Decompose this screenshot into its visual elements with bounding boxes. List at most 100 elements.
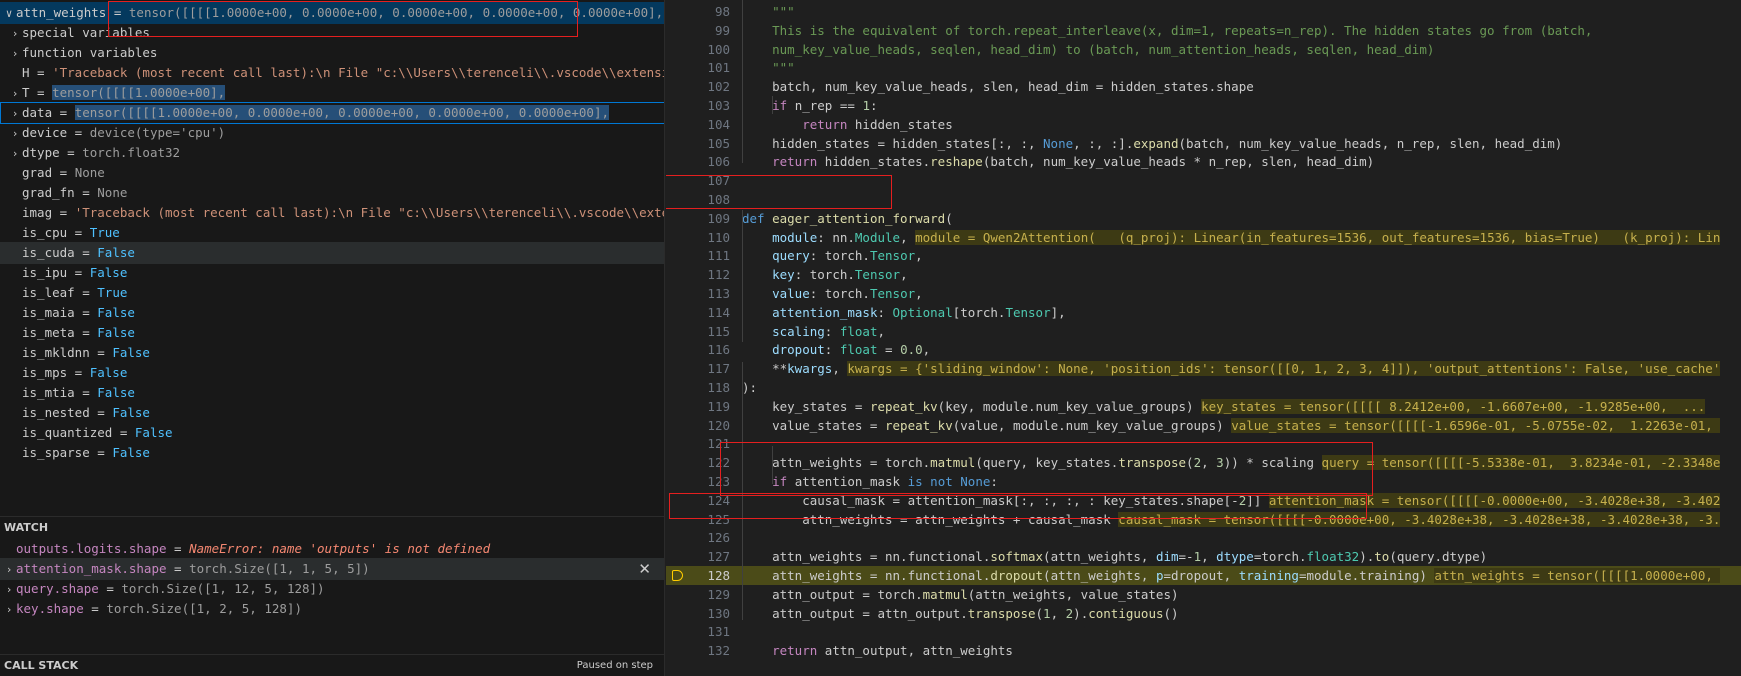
watch-value: torch.Size([1, 2, 5, 128]) <box>106 601 302 616</box>
variable-row-is_mps[interactable]: is_mps = False <box>0 362 664 384</box>
code-line-106[interactable]: 106 return hidden_states.reshape(batch, … <box>666 152 1741 171</box>
variable-row-function-variables[interactable]: › function variables <box>0 42 664 64</box>
code-line-105[interactable]: 105 hidden_states = hidden_states[:, :, … <box>666 134 1741 153</box>
variable-row-is_ipu[interactable]: is_ipu = False <box>0 262 664 284</box>
variable-row-H[interactable]: H = 'Traceback (most recent call last):\… <box>0 62 664 84</box>
variable-row-imag[interactable]: imag = 'Traceback (most recent call last… <box>0 202 665 224</box>
equals-sign: = <box>52 205 75 220</box>
equals-sign: = <box>98 581 122 596</box>
code-line-98[interactable]: 98 """ <box>666 2 1741 21</box>
watch-item[interactable]: › key.shape = torch.Size([1, 2, 5, 128]) <box>0 598 664 620</box>
code-line-108[interactable]: 108 <box>666 190 1741 209</box>
watch-item[interactable]: outputs.logits.shape = NameError: name '… <box>0 538 664 560</box>
code-line-111[interactable]: 111 query: torch.Tensor, <box>666 246 1741 265</box>
variable-row-T[interactable]: › T = tensor([[[[1.0000e+00], <box>0 82 664 104</box>
chevron-icon[interactable]: ∨ <box>2 3 16 24</box>
chevron-icon[interactable]: › <box>8 23 22 44</box>
variable-value: False <box>89 265 128 280</box>
code-line-107[interactable]: 107 <box>666 171 1741 190</box>
variable-row-is_mkldnn[interactable]: is_mkldnn = False <box>0 342 664 364</box>
variable-row-data[interactable]: › data = tensor([[[[1.0000e+00, 0.0000e+0… <box>0 102 664 124</box>
variable-value: device(type='cpu') <box>89 125 226 140</box>
variable-row-is_nested[interactable]: is_nested = False <box>0 402 664 424</box>
variable-row-grad[interactable]: grad = None <box>0 162 664 184</box>
variable-name: is_mkldnn <box>22 345 90 360</box>
variable-row-is_leaf[interactable]: is_leaf = True <box>0 282 664 304</box>
code-line-120[interactable]: 120 value_states = repeat_kv(value, modu… <box>666 416 1741 435</box>
variable-value: tensor([[[[1.0000e+00, 0.0000e+00, 0.000… <box>128 5 664 20</box>
variable-name: is_cpu <box>22 225 68 240</box>
code-line-102[interactable]: 102 batch, num_key_value_heads, slen, he… <box>666 77 1741 96</box>
equals-sign: = <box>67 365 90 380</box>
code-line-124[interactable]: 124 causal_mask = attention_mask[:, :, :… <box>666 491 1741 510</box>
code-line-127[interactable]: 127 attn_weights = nn.functional.softmax… <box>666 547 1741 566</box>
equals-sign: = <box>89 405 113 420</box>
equals-sign: = <box>166 561 190 576</box>
code-line-99[interactable]: 99 This is the equivalent of torch.repea… <box>666 21 1741 40</box>
variable-row-is_meta[interactable]: is_meta = False <box>0 322 664 344</box>
watch-header[interactable]: WATCH <box>0 516 664 538</box>
line-number: 110 <box>707 229 730 245</box>
code-line-131[interactable]: 131 <box>666 622 1741 641</box>
variable-name: function variables <box>22 45 158 60</box>
code-line-119[interactable]: 119 key_states = repeat_kv(key, module.n… <box>666 397 1741 416</box>
variable-row-grad_fn[interactable]: grad_fn = None <box>0 182 664 204</box>
variable-row-dtype[interactable]: › dtype = torch.float32 <box>0 142 664 164</box>
variable-value: 'Traceback (most recent call last):\n Fi… <box>74 205 665 220</box>
code-line-100[interactable]: 100 num_key_value_heads, seqlen, head_di… <box>666 40 1741 59</box>
variable-value: False <box>97 305 135 320</box>
code-line-130[interactable]: 130 attn_output = attn_output.transpose(… <box>666 604 1741 623</box>
code-line-123[interactable]: 123 if attention_mask is not None: <box>666 472 1741 491</box>
chevron-icon[interactable]: › <box>2 579 16 600</box>
call-stack-header[interactable]: CALL STACK Paused on step <box>0 654 664 676</box>
remove-watch-icon[interactable]: ✕ <box>638 558 651 580</box>
code-line-118[interactable]: 118): <box>666 378 1741 397</box>
code-line-128[interactable]: 128 attn_weights = nn.functional.dropout… <box>666 566 1741 585</box>
code-line-112[interactable]: 112 key: torch.Tensor, <box>666 265 1741 284</box>
variable-row-is_cuda[interactable]: is_cuda = False <box>0 242 664 264</box>
chevron-icon[interactable]: › <box>8 123 22 144</box>
chevron-icon[interactable]: › <box>8 143 22 164</box>
watch-item[interactable]: › query.shape = torch.Size([1, 12, 5, 128… <box>0 578 664 600</box>
code-line-132[interactable]: 132 return attn_output, attn_weights <box>666 641 1741 660</box>
code-line-121[interactable]: 121 <box>666 434 1741 453</box>
code-line-104[interactable]: 104 return hidden_states <box>666 115 1741 134</box>
code-line-116[interactable]: 116 dropout: float = 0.0, <box>666 340 1741 359</box>
chevron-icon[interactable]: › <box>8 103 22 124</box>
code-line-113[interactable]: 113 value: torch.Tensor, <box>666 284 1741 303</box>
code-text: attention_mask: Optional[torch.Tensor], <box>772 304 1066 320</box>
variable-row-attn_weights[interactable]: ∨ attn_weights = tensor([[[[1.0000e+00, 0… <box>0 2 664 24</box>
code-line-125[interactable]: 125 attn_weights = attn_weights + causal… <box>666 510 1741 529</box>
code-text: attn_weights = attn_weights + causal_mas… <box>742 511 1721 527</box>
code-text: dropout: float = 0.0, <box>772 342 931 358</box>
code-line-103[interactable]: 103 if n_rep == 1: <box>666 96 1741 115</box>
code-line-126[interactable]: 126 <box>666 528 1741 547</box>
code-text: if n_rep == 1: <box>772 98 878 113</box>
chevron-icon[interactable]: › <box>2 599 16 620</box>
variable-row-is_quantized[interactable]: is_quantized = False <box>0 422 664 444</box>
code-line-114[interactable]: 114 attention_mask: Optional[torch.Tenso… <box>666 303 1741 322</box>
chevron-icon[interactable]: › <box>8 43 22 64</box>
variable-row-is_sparse[interactable]: is_sparse = False <box>0 442 664 464</box>
code-editor[interactable]: 98 """ 99 This is the equivalent of torch… <box>666 0 1741 676</box>
code-line-101[interactable]: 101 """ <box>666 58 1741 77</box>
variable-row-special-variables[interactable]: › special variables <box>0 22 664 44</box>
variable-row-device[interactable]: › device = device(type='cpu') <box>0 122 664 144</box>
variable-row-is_mtia[interactable]: is_mtia = False <box>0 382 664 404</box>
watch-item[interactable]: › attention_mask.shape = torch.Size([1, 1… <box>0 558 664 580</box>
code-line-109[interactable]: 109 def eager_attention_forward( <box>666 209 1741 228</box>
code-line-129[interactable]: 129 attn_output = torch.matmul(attn_weig… <box>666 585 1741 604</box>
code-line-110[interactable]: 110 module: nn.Module, module = Qwen2Att… <box>666 228 1741 247</box>
chevron-icon[interactable]: › <box>8 83 22 104</box>
variable-row-is_cpu[interactable]: is_cpu = True <box>0 222 664 244</box>
code-line-117[interactable]: 117 **kwargs, kwargs = {'sliding_window'… <box>666 359 1741 378</box>
variable-name: grad_fn <box>22 185 75 200</box>
code-line-122[interactable]: 122 attn_weights = torch.matmul(query, k… <box>666 453 1741 472</box>
code-text: attn_weights = torch.matmul(query, key_s… <box>742 455 1721 471</box>
line-number: 132 <box>707 643 730 659</box>
line-number: 128 <box>707 568 730 583</box>
equals-sign: = <box>67 265 90 280</box>
variable-row-is_maia[interactable]: is_maia = False <box>0 302 664 324</box>
code-line-115[interactable]: 115 scaling: float, <box>666 322 1741 341</box>
chevron-icon[interactable]: › <box>2 559 16 580</box>
